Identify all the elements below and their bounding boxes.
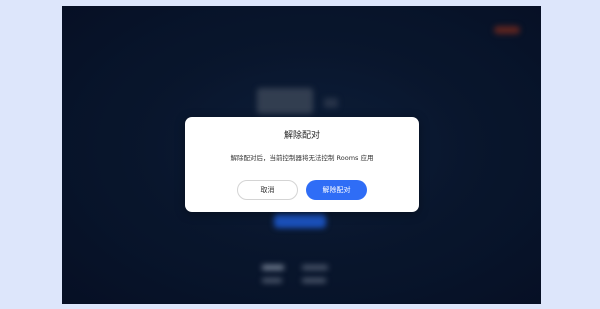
unpair-dialog: 解除配对 解除配对后，当前控制器将无法控制 Rooms 应用 取消 解除配对 xyxy=(185,117,419,212)
cancel-button[interactable]: 取消 xyxy=(237,180,298,200)
dialog-message: 解除配对后，当前控制器将无法控制 Rooms 应用 xyxy=(230,154,374,162)
dialog-title: 解除配对 xyxy=(283,131,320,141)
unpair-confirm-button[interactable]: 解除配对 xyxy=(306,180,367,200)
